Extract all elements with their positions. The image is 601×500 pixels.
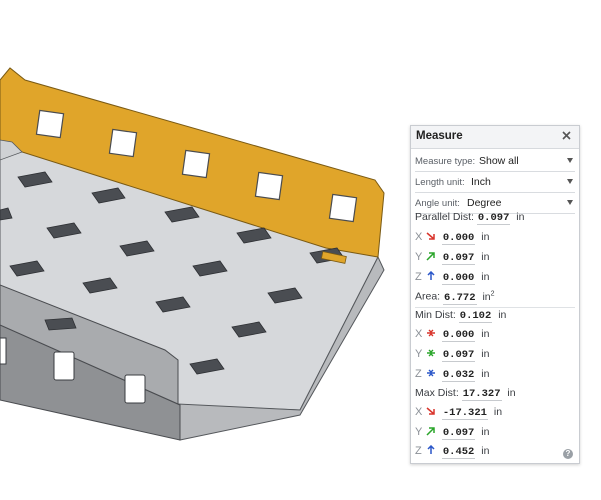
parallel-z-value[interactable]: 0.000 — [441, 272, 476, 285]
min-z-row: Z 0.032 in — [415, 368, 489, 386]
plate-hole — [44, 317, 77, 331]
max-x-unit: in — [493, 406, 503, 418]
axis-z-label: Z — [415, 368, 422, 380]
parallel-x-unit: in — [481, 231, 490, 243]
axis-x-label: X — [415, 231, 423, 243]
flange-slot — [254, 171, 284, 201]
panel-title: Measure — [416, 130, 463, 142]
max-z-unit: in — [481, 445, 490, 457]
max-dist-unit: in — [507, 387, 516, 399]
wall-slot — [53, 351, 75, 381]
x-arrow-icon — [426, 232, 435, 240]
chevron-down-icon — [567, 158, 573, 163]
chevron-down-icon — [567, 179, 573, 184]
z-converge-icon — [426, 369, 435, 377]
divider — [415, 307, 575, 308]
axis-z-label: Z — [415, 271, 422, 283]
x-converge-icon — [426, 329, 435, 337]
axis-x-label: X — [415, 328, 423, 340]
min-y-row: Y 0.097 in — [415, 348, 489, 366]
min-x-row: X 0.000 in — [415, 328, 489, 346]
measure-type-label: Measure type: — [415, 156, 476, 167]
axis-x-label: X — [415, 406, 423, 418]
measure-type-select[interactable]: Measure type: Show all — [415, 151, 575, 172]
area-value[interactable]: 6.772 — [443, 291, 477, 305]
measure-type-value: Show all — [479, 155, 519, 167]
close-icon[interactable] — [560, 129, 573, 142]
min-z-unit: in — [481, 368, 490, 380]
measure-panel-header: Measure — [411, 126, 579, 149]
min-x-unit: in — [481, 328, 490, 340]
area-row: Area: 6.772 in2 — [415, 290, 495, 308]
y-converge-icon — [426, 349, 435, 357]
z-arrow-icon — [427, 271, 435, 280]
length-unit-label: Length unit: — [415, 177, 465, 188]
parallel-y-unit: in — [481, 251, 490, 263]
parallel-x-row: X 0.000 in — [415, 231, 489, 249]
chevron-down-icon — [567, 200, 573, 205]
area-unit-text: in — [482, 290, 491, 303]
max-dist-row: Max Dist: 17.327 in — [415, 387, 516, 405]
min-dist-label: Min Dist: — [415, 309, 456, 321]
wall-slot — [0, 337, 7, 365]
z-arrow-icon — [427, 445, 435, 454]
axis-z-label: Z — [415, 445, 422, 457]
angle-unit-label: Angle unit: — [415, 198, 460, 209]
max-y-value[interactable]: 0.097 — [441, 427, 476, 440]
area-unit: in2 — [482, 290, 495, 303]
parallel-x-value[interactable]: 0.000 — [441, 232, 476, 245]
x-arrow-icon — [426, 407, 435, 415]
min-y-unit: in — [481, 348, 490, 360]
parallel-dist-label: Parallel Dist: — [415, 211, 474, 223]
min-x-value[interactable]: 0.000 — [441, 329, 476, 342]
max-x-value[interactable]: -17.321 — [441, 407, 488, 420]
flange-slot — [181, 149, 211, 179]
axis-y-label: Y — [415, 251, 423, 263]
angle-unit-value: Degree — [467, 197, 502, 209]
parallel-dist-value[interactable]: 0.097 — [476, 212, 511, 225]
length-unit-select[interactable]: Length unit: Inch — [415, 172, 575, 193]
min-dist-unit: in — [498, 309, 507, 321]
axis-y-label: Y — [415, 426, 423, 438]
max-y-row: Y 0.097 in — [415, 426, 489, 444]
axis-y-label: Y — [415, 348, 423, 360]
length-unit-value: Inch — [471, 176, 491, 188]
area-unit-exponent: 2 — [490, 290, 495, 297]
parallel-y-row: Y 0.097 in — [415, 251, 489, 269]
wall-slot — [124, 374, 146, 404]
min-z-value[interactable]: 0.032 — [441, 369, 476, 382]
y-arrow-icon — [426, 252, 435, 261]
min-dist-value[interactable]: 0.102 — [458, 310, 493, 323]
parallel-dist-row: Parallel Dist: 0.097 in — [415, 211, 524, 229]
max-z-row: Z 0.452 in — [415, 445, 489, 463]
help-icon[interactable]: ? — [563, 449, 573, 459]
parallel-y-value[interactable]: 0.097 — [441, 252, 476, 265]
flange-slot — [328, 193, 358, 223]
max-dist-value[interactable]: 17.327 — [461, 388, 502, 401]
parallel-z-unit: in — [481, 271, 490, 283]
parallel-z-row: Z 0.000 in — [415, 271, 489, 289]
max-dist-label: Max Dist: — [415, 387, 459, 399]
area-label: Area: — [415, 290, 441, 303]
y-arrow-icon — [426, 427, 435, 436]
flange-slot — [35, 109, 65, 139]
max-x-row: X -17.321 in — [415, 406, 502, 424]
max-z-value[interactable]: 0.452 — [441, 446, 476, 459]
measure-panel: Measure Measure type: Show all Length un… — [410, 125, 580, 464]
max-y-unit: in — [481, 426, 490, 438]
flange-slot — [108, 128, 138, 158]
min-y-value[interactable]: 0.097 — [441, 349, 476, 362]
min-dist-row: Min Dist: 0.102 in — [415, 309, 506, 327]
parallel-dist-unit: in — [516, 211, 525, 223]
